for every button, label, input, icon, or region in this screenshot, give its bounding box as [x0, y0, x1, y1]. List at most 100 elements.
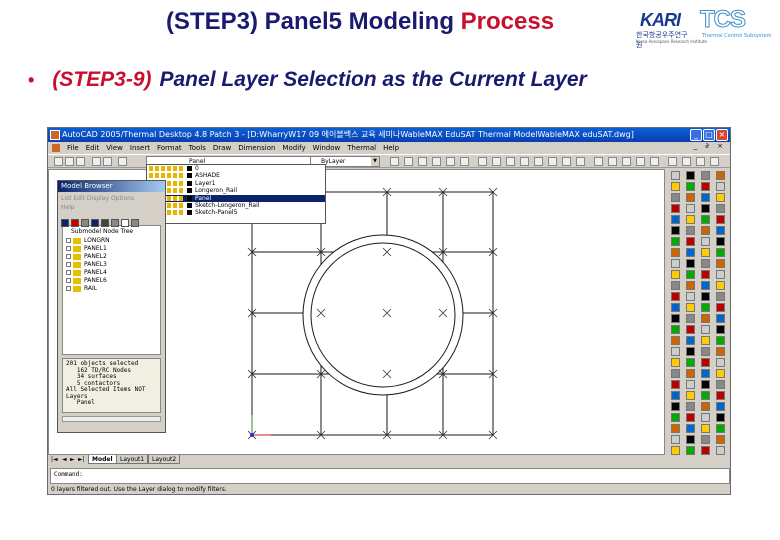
expand-icon[interactable] — [66, 270, 71, 275]
view-cube-icon[interactable] — [682, 157, 691, 166]
palette-tool-icon[interactable] — [716, 325, 725, 334]
expand-icon[interactable] — [66, 262, 71, 267]
palette-tool-icon[interactable] — [671, 171, 680, 180]
palette-tool-icon[interactable] — [701, 413, 710, 422]
palette-tool-icon[interactable] — [671, 413, 680, 422]
palette-tool-icon[interactable] — [701, 336, 710, 345]
horizontal-scrollbar[interactable] — [62, 416, 161, 422]
command-line[interactable]: Command: — [50, 468, 730, 484]
expand-icon[interactable] — [66, 254, 71, 259]
palette-tool-icon[interactable] — [686, 402, 695, 411]
palette-tool-icon[interactable] — [686, 303, 695, 312]
palette-tool-icon[interactable] — [716, 237, 725, 246]
view-cube-icon[interactable] — [668, 157, 677, 166]
palette-tool-icon[interactable] — [716, 391, 725, 400]
palette-tool-icon[interactable] — [701, 237, 710, 246]
thermal-tool-icon[interactable] — [576, 157, 585, 166]
palette-tool-icon[interactable] — [716, 369, 725, 378]
palette-tool-icon[interactable] — [716, 171, 725, 180]
view-cube-icon[interactable] — [710, 157, 719, 166]
palette-tool-icon[interactable] — [686, 413, 695, 422]
tree-item[interactable]: PANEL1 — [66, 245, 157, 253]
view-cube-icon[interactable] — [696, 157, 705, 166]
expand-icon[interactable] — [66, 246, 71, 251]
model-browser-menu-line2[interactable]: Help — [61, 203, 162, 212]
browser-tool-icon[interactable] — [101, 219, 109, 227]
palette-tool-icon[interactable] — [716, 248, 725, 257]
palette-tool-icon[interactable] — [671, 281, 680, 290]
menu-format[interactable]: Format — [157, 144, 182, 152]
tab-model[interactable]: Model — [88, 455, 117, 464]
palette-tool-icon[interactable] — [701, 171, 710, 180]
palette-tool-icon[interactable] — [671, 325, 680, 334]
model-browser-menu-line1[interactable]: List Edit Display Options — [61, 194, 162, 203]
palette-tool-icon[interactable] — [671, 193, 680, 202]
palette-tool-icon[interactable] — [686, 281, 695, 290]
palette-tool-icon[interactable] — [686, 325, 695, 334]
palette-tool-icon[interactable] — [671, 292, 680, 301]
palette-tool-icon[interactable] — [701, 215, 710, 224]
palette-tool-icon[interactable] — [716, 380, 725, 389]
close-button[interactable]: × — [716, 129, 728, 141]
palette-tool-icon[interactable] — [701, 358, 710, 367]
palette-tool-icon[interactable] — [671, 303, 680, 312]
thermal-tool-icon[interactable] — [608, 157, 617, 166]
menu-thermal[interactable]: Thermal — [347, 144, 376, 152]
palette-tool-icon[interactable] — [686, 446, 695, 455]
palette-tool-icon[interactable] — [701, 292, 710, 301]
palette-tool-icon[interactable] — [701, 204, 710, 213]
palette-tool-icon[interactable] — [686, 380, 695, 389]
thermal-tool-icon[interactable] — [650, 157, 659, 166]
tree-item[interactable]: PANEL3 — [66, 261, 157, 269]
palette-tool-icon[interactable] — [701, 259, 710, 268]
palette-tool-icon[interactable] — [686, 292, 695, 301]
layer-item[interactable]: 0 — [147, 165, 325, 172]
palette-tool-icon[interactable] — [671, 204, 680, 213]
thermal-tool-icon[interactable] — [492, 157, 501, 166]
palette-tool-icon[interactable] — [686, 391, 695, 400]
palette-tool-icon[interactable] — [686, 369, 695, 378]
thermal-tool-icon[interactable] — [506, 157, 515, 166]
new-icon[interactable] — [54, 157, 63, 166]
palette-tool-icon[interactable] — [716, 358, 725, 367]
palette-tool-icon[interactable] — [671, 435, 680, 444]
menu-view[interactable]: View — [106, 144, 123, 152]
maximize-button[interactable]: □ — [703, 129, 715, 141]
browser-tool-icon[interactable] — [131, 219, 139, 227]
tree-item[interactable]: LONGRN — [66, 237, 157, 245]
browser-tool-icon[interactable] — [91, 219, 99, 227]
tree-item[interactable]: PANEL4 — [66, 269, 157, 277]
palette-tool-icon[interactable] — [701, 347, 710, 356]
thermal-tool-icon[interactable] — [520, 157, 529, 166]
palette-tool-icon[interactable] — [671, 402, 680, 411]
palette-tool-icon[interactable] — [716, 446, 725, 455]
palette-tool-icon[interactable] — [686, 204, 695, 213]
palette-tool-icon[interactable] — [671, 259, 680, 268]
browser-tool-icon[interactable] — [71, 219, 79, 227]
palette-tool-icon[interactable] — [686, 237, 695, 246]
palette-tool-icon[interactable] — [686, 182, 695, 191]
chevron-down-icon[interactable]: ▼ — [371, 157, 379, 166]
layer-item[interactable]: Layer1 — [147, 180, 325, 187]
thermal-tool-icon[interactable] — [594, 157, 603, 166]
zoom-window-icon[interactable] — [446, 157, 455, 166]
palette-tool-icon[interactable] — [716, 347, 725, 356]
palette-tool-icon[interactable] — [701, 369, 710, 378]
menu-tools[interactable]: Tools — [189, 144, 206, 152]
zoom-previous-icon[interactable] — [460, 157, 469, 166]
palette-tool-icon[interactable] — [701, 325, 710, 334]
layer-item[interactable]: Longeron_Rail — [147, 187, 325, 194]
palette-tool-icon[interactable] — [671, 358, 680, 367]
thermal-tool-icon[interactable] — [562, 157, 571, 166]
thermal-tool-icon[interactable] — [636, 157, 645, 166]
thermal-tool-icon[interactable] — [622, 157, 631, 166]
palette-tool-icon[interactable] — [701, 402, 710, 411]
tab-layout1[interactable]: Layout1 — [116, 455, 149, 464]
palette-tool-icon[interactable] — [701, 248, 710, 257]
palette-tool-icon[interactable] — [716, 402, 725, 411]
palette-tool-icon[interactable] — [701, 424, 710, 433]
palette-tool-icon[interactable] — [671, 248, 680, 257]
layer-item-selected[interactable]: Panel — [147, 194, 325, 202]
palette-tool-icon[interactable] — [686, 215, 695, 224]
palette-tool-icon[interactable] — [671, 380, 680, 389]
